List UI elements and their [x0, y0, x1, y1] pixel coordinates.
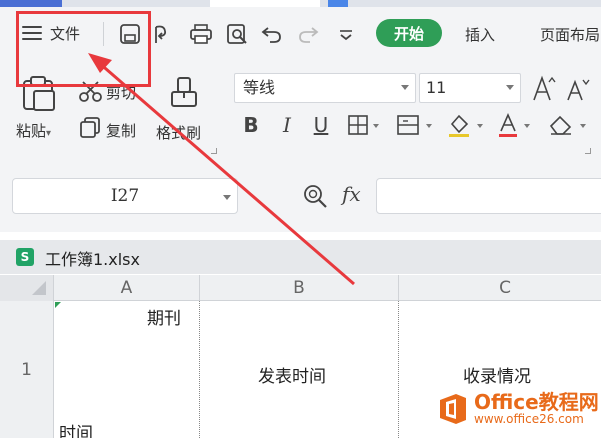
annotation-arrow — [88, 53, 355, 286]
